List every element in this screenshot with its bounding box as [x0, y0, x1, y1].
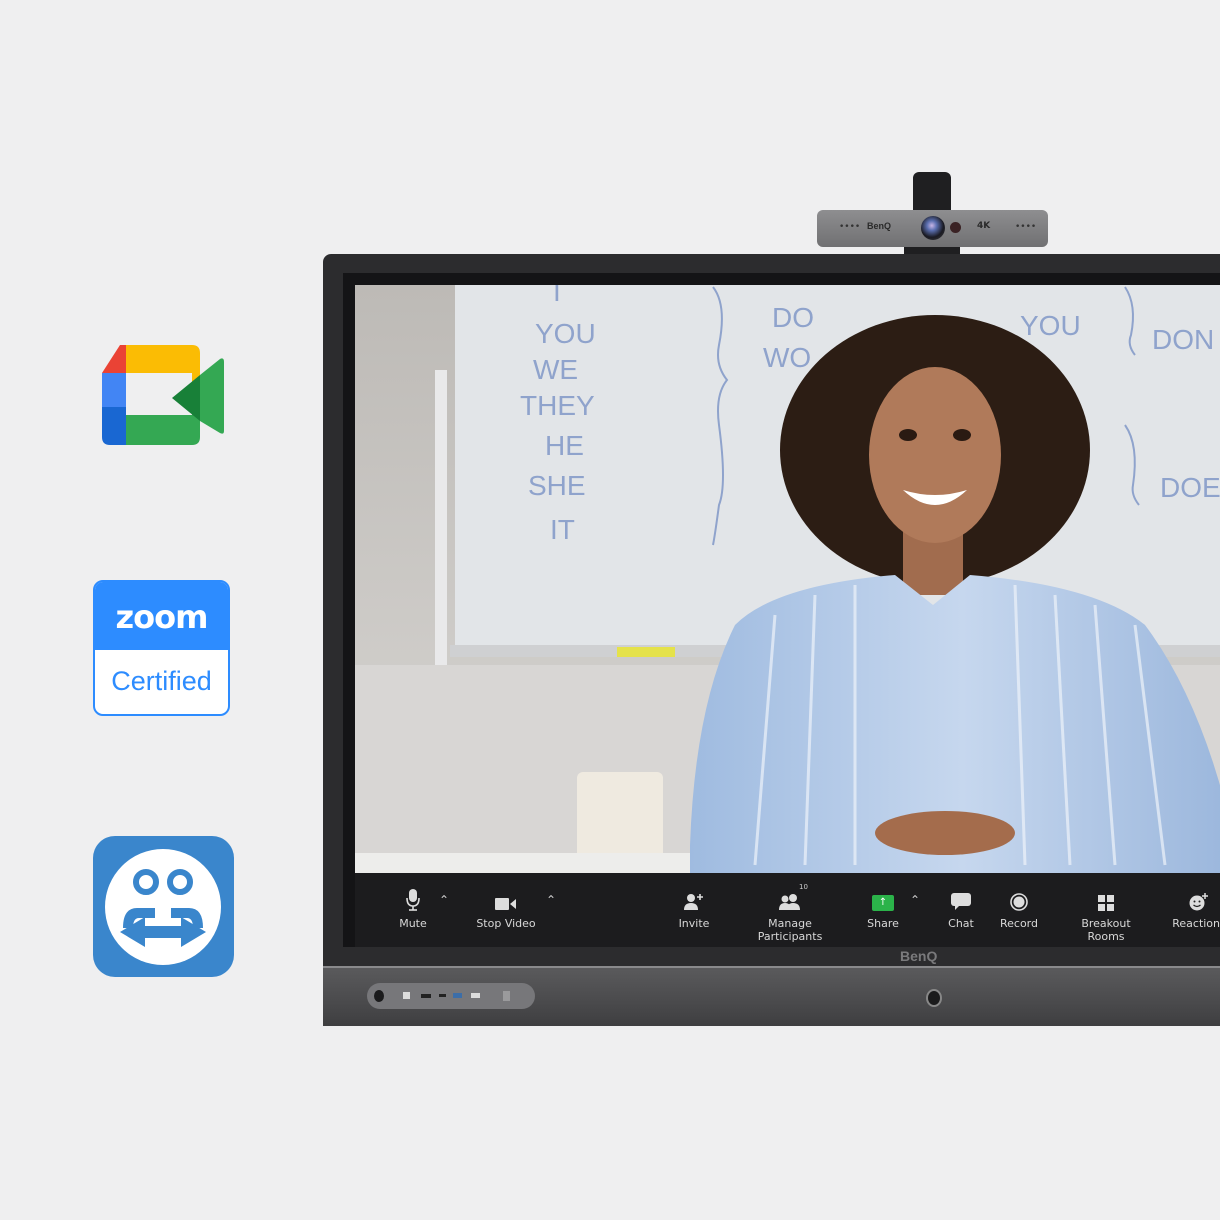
chat-button[interactable]: Chat [945, 887, 977, 930]
usb-a-port-2-icon [471, 993, 480, 998]
hdmi-port-icon [421, 994, 431, 998]
svg-text:YOU: YOU [1020, 310, 1081, 341]
manage-participants-button[interactable]: 10 Manage Participants [739, 883, 841, 943]
participants-icon: 10 [739, 883, 841, 911]
record-icon [999, 887, 1039, 911]
mute-label: Mute [399, 917, 427, 930]
invite-button[interactable]: Invite [675, 887, 713, 930]
svg-text:DO: DO [772, 302, 814, 333]
breakout-rooms-button[interactable]: Breakout Rooms [1063, 887, 1149, 943]
zoom-wordmark: zoom [95, 582, 228, 650]
svg-text:I: I [553, 285, 561, 307]
record-label: Record [999, 917, 1038, 930]
video-feed: I YOU WE THEY HE SHE IT DO WO YOU DON DO… [355, 285, 1220, 873]
record-button[interactable]: Record [999, 887, 1039, 930]
webcam-mount [913, 172, 951, 214]
nfc-icon [503, 991, 510, 1001]
audio-options-caret-icon[interactable]: ⌃ [439, 893, 449, 907]
chat-label: Chat [948, 917, 974, 930]
stop-video-label: Stop Video [476, 917, 536, 930]
webcam-sensor [950, 222, 961, 233]
add-user-icon [675, 887, 713, 911]
front-sensor-icon [926, 989, 942, 1007]
webcam-4k-badge: 4K [977, 221, 991, 231]
stop-video-button[interactable]: Stop Video [475, 887, 537, 930]
google-meet-logo [102, 345, 224, 445]
microphone-icon [395, 887, 431, 911]
svg-text:DOE: DOE [1160, 472, 1220, 503]
reactions-button[interactable]: Reactions [1171, 887, 1220, 930]
front-io-ports [367, 983, 535, 1009]
zoom-certified-badge: zoom Certified [93, 580, 230, 716]
svg-text:THEY: THEY [520, 390, 595, 421]
certified-label: Certified [111, 666, 212, 696]
manage-participants-label: Manage Participants [757, 917, 823, 943]
webcam-brand: BenQ [867, 221, 892, 231]
mute-button[interactable]: Mute [395, 887, 431, 930]
webcam-dots-left: •••• [839, 222, 861, 232]
usb-c-port-icon [439, 994, 446, 997]
svg-text:YOU: YOU [535, 318, 596, 349]
chat-bubble-icon [945, 887, 977, 911]
share-options-caret-icon[interactable]: ⌃ [910, 893, 920, 907]
teamviewer-logo [93, 836, 234, 977]
svg-text:HE: HE [545, 430, 584, 461]
monitor-brand-logo: BenQ [900, 948, 938, 964]
smiley-add-icon [1171, 887, 1220, 911]
share-label: Share [867, 917, 899, 930]
webcam-dots-right: •••• [1015, 222, 1037, 232]
webcam-lens [921, 216, 945, 240]
svg-text:SHE: SHE [528, 470, 586, 501]
participant-count-badge: 10 [799, 883, 808, 891]
usb-a-port-icon [453, 993, 462, 998]
share-button[interactable]: ↑ Share [865, 887, 901, 930]
video-camera-icon [475, 887, 537, 911]
svg-text:WO: WO [763, 342, 811, 373]
classroom-scene: I YOU WE THEY HE SHE IT DO WO YOU DON DO… [355, 285, 1220, 873]
power-button-icon[interactable] [374, 990, 384, 1002]
breakout-rooms-label: Breakout Rooms [1081, 917, 1131, 943]
reactions-label: Reactions [1172, 917, 1220, 930]
zoom-meeting-toolbar: Mute ⌃ Stop Video ⌃ Invite 10 Manage Par… [355, 873, 1220, 947]
usb-b-port-icon [403, 992, 410, 999]
share-screen-icon: ↑ [865, 887, 901, 911]
svg-text:WE: WE [533, 354, 578, 385]
svg-text:IT: IT [550, 514, 575, 545]
grid-icon [1063, 887, 1149, 911]
video-options-caret-icon[interactable]: ⌃ [546, 893, 556, 907]
invite-label: Invite [678, 917, 710, 930]
svg-text:DON: DON [1152, 324, 1214, 355]
